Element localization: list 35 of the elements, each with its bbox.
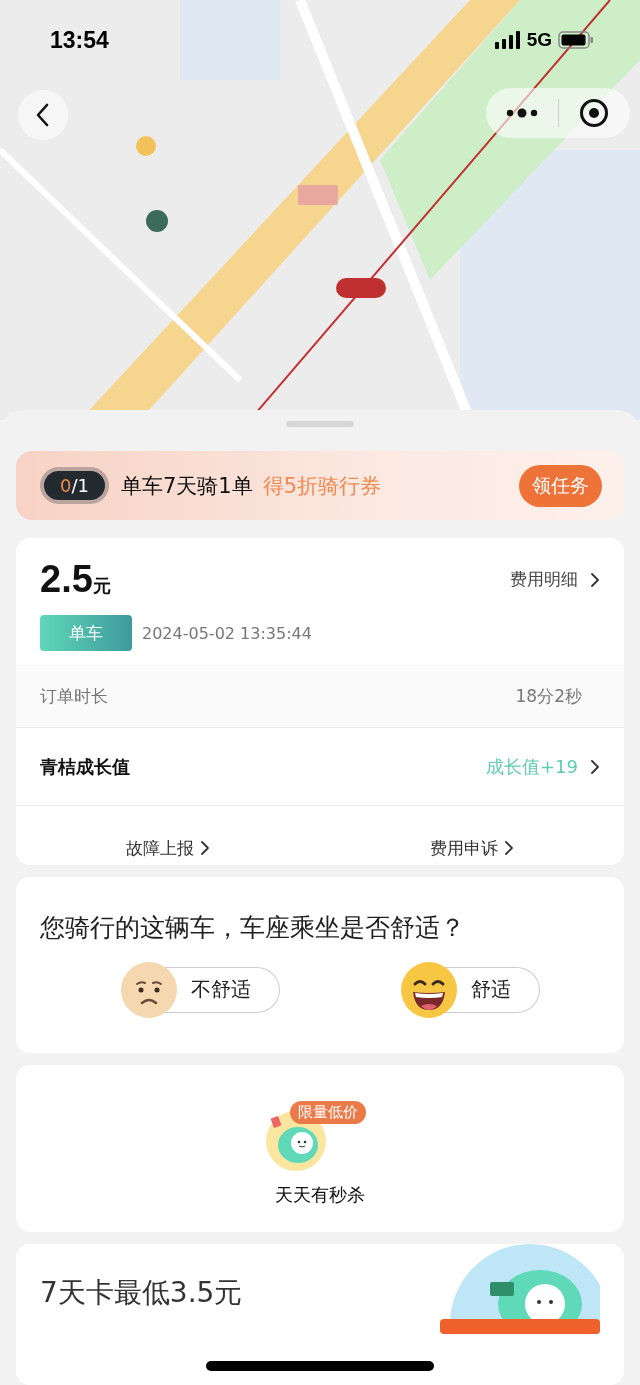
map-pin-icon (136, 136, 156, 156)
task-title: 单车7天骑1单 (121, 472, 253, 500)
chevron-right-icon (200, 840, 210, 857)
duration-value: 18分2秒 (515, 684, 582, 708)
back-button[interactable] (18, 90, 68, 140)
back-icon (36, 103, 50, 127)
task-reward: 得5折骑行券 (262, 472, 383, 500)
promo-label: 天天有秒杀 (275, 1182, 365, 1207)
price-amount: 2.5 (40, 558, 93, 602)
promo-badge: 限量低价 (290, 1100, 366, 1124)
metro-line-marker-icon (336, 278, 386, 298)
battery-icon (558, 31, 594, 49)
price-unit: 元 (92, 575, 111, 599)
duration-label: 订单时长 (40, 684, 108, 708)
target-icon (579, 98, 610, 128)
action-link[interactable]: 费用申诉 (320, 806, 624, 865)
survey-question: 您骑行的这辆车，车座乘坐是否舒适？ (40, 911, 466, 944)
network-label: 5G (526, 29, 552, 51)
laughing-face-icon (400, 961, 457, 1018)
signal-icon (494, 31, 521, 49)
drag-handle[interactable] (286, 421, 354, 428)
chevron-right-icon (504, 840, 514, 857)
fee-detail-link[interactable]: 费用明细 (510, 568, 578, 592)
road-sign-icon (298, 185, 338, 205)
status-time: 13:54 (50, 26, 109, 54)
chevron-right-icon (590, 571, 600, 588)
order-time: 2024-05-02 13:35:44 (142, 623, 312, 643)
more-icon (505, 108, 538, 118)
vehicle-tag: 单车 (40, 615, 132, 652)
chevron-right-icon (590, 758, 600, 775)
action-link[interactable]: 故障上报 (16, 806, 320, 865)
pass-card-title: 7天卡最低3.5元 (40, 1274, 244, 1311)
map-pin-icon (146, 210, 168, 232)
growth-label: 青桔成长值 (40, 754, 131, 779)
sad-face-icon (120, 961, 177, 1018)
